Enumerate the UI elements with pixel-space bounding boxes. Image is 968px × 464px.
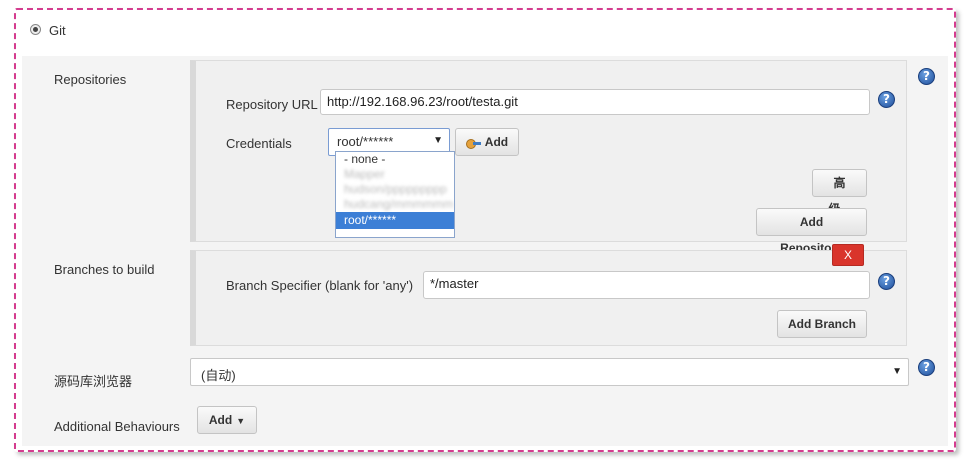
help-icon[interactable]: ?	[918, 359, 935, 376]
dropdown-option[interactable]: - none -	[336, 152, 454, 167]
git-config-panel: Git Repositories ? Repository URL http:/…	[22, 16, 948, 446]
add-branch-button[interactable]: Add Branch	[777, 310, 867, 338]
git-radio[interactable]	[30, 24, 41, 35]
repositories-panel: Repository URL http://192.168.96.23/root…	[190, 60, 907, 255]
delete-branch-button[interactable]: X	[832, 244, 864, 266]
dropdown-option-selected[interactable]: root/******	[336, 212, 454, 229]
dropdown-option[interactable]: hudson/ppppppppp	[336, 182, 454, 197]
repository-browser-select[interactable]: (自动) ▼	[190, 358, 909, 386]
help-icon[interactable]: ?	[918, 68, 935, 85]
additional-behaviours-label: Additional Behaviours	[54, 419, 180, 434]
advanced-button[interactable]: 高级...	[812, 169, 867, 216]
screenshot-frame: Git Repositories ? Repository URL http:/…	[14, 8, 956, 452]
repository-url-label: Repository URL	[226, 97, 318, 112]
branches-panel: X Branch Specifier (blank for 'any') */m…	[190, 244, 907, 346]
branches-label: Branches to build	[54, 262, 155, 277]
chevron-down-icon: ▼	[236, 416, 246, 426]
dropdown-option[interactable]: Mapper	[336, 167, 454, 182]
dropdown-option[interactable]: hudcang/mmmmmm	[336, 197, 454, 212]
key-icon	[465, 138, 482, 149]
chevron-down-icon: ▼	[433, 135, 443, 146]
add-behaviour-button[interactable]: Add ▼	[197, 406, 257, 434]
repository-url-input[interactable]: http://192.168.96.23/root/testa.git	[320, 89, 870, 115]
repository-browser-label: 源码库浏览器	[54, 374, 133, 389]
add-repository-button[interactable]: Add Repository	[756, 208, 867, 255]
credentials-selected-value: root/******	[337, 134, 394, 149]
help-icon[interactable]: ?	[878, 91, 895, 108]
help-icon[interactable]: ?	[878, 273, 895, 290]
git-label: Git	[49, 23, 66, 38]
add-credentials-button[interactable]: Add	[455, 128, 519, 156]
repository-browser-selected: (自动)	[201, 368, 236, 383]
add-credentials-label: Add	[484, 135, 509, 149]
repositories-label: Repositories	[54, 72, 127, 87]
credentials-label: Credentials	[226, 136, 292, 151]
credentials-dropdown: - none - Mapper hudson/ppppppppp hudcang…	[335, 151, 455, 238]
add-behaviour-label: Add	[208, 413, 233, 427]
branch-specifier-label: Branch Specifier (blank for 'any')	[226, 278, 414, 293]
chevron-down-icon: ▼	[892, 366, 902, 377]
git-header: Git	[22, 16, 948, 56]
branch-specifier-input[interactable]: */master	[423, 271, 870, 299]
